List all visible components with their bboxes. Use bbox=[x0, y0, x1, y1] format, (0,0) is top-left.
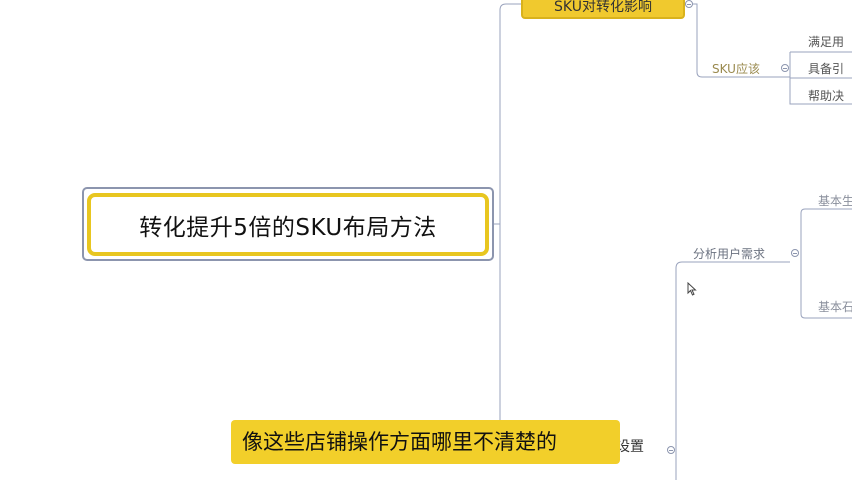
connector-top-branch bbox=[499, 3, 521, 224]
collapse-toggle-icon[interactable] bbox=[667, 446, 675, 454]
connector-basic-top bbox=[800, 208, 852, 252]
root-node-label: 转化提升5倍的SKU布局方法 bbox=[139, 214, 437, 241]
arrow-cursor-icon bbox=[687, 282, 697, 296]
node-basic-bottom[interactable]: 基本石 bbox=[818, 298, 852, 315]
leaf-node[interactable]: 满足用 bbox=[808, 33, 844, 50]
connector-bottom-branch bbox=[499, 224, 508, 433]
node-bottom-partial[interactable]: 设置 bbox=[616, 436, 662, 456]
connector-sku-should bbox=[689, 3, 705, 78]
node-basic-top[interactable]: 基本生 bbox=[818, 192, 852, 209]
collapse-toggle-icon[interactable] bbox=[685, 0, 693, 8]
leaf-node[interactable]: 帮助决 bbox=[808, 87, 844, 104]
video-subtitle: 像这些店铺操作方面哪里不清楚的 bbox=[231, 420, 620, 464]
branch-node-sku-impact[interactable]: SKU对转化影响 bbox=[521, 0, 685, 19]
node-analyze-user-needs[interactable]: 分析用户需求 bbox=[693, 245, 765, 262]
branch-node-sku-impact-label: SKU对转化影响 bbox=[554, 0, 652, 15]
collapse-toggle-icon[interactable] bbox=[781, 64, 789, 72]
collapse-toggle-icon[interactable] bbox=[791, 249, 799, 257]
video-subtitle-text: 像这些店铺操作方面哪里不清楚的 bbox=[242, 430, 557, 454]
node-sku-should[interactable]: SKU应该 bbox=[712, 60, 760, 77]
root-node[interactable]: 转化提升5倍的SKU布局方法 bbox=[87, 193, 489, 256]
leaf-node[interactable]: 具备引 bbox=[808, 60, 844, 77]
